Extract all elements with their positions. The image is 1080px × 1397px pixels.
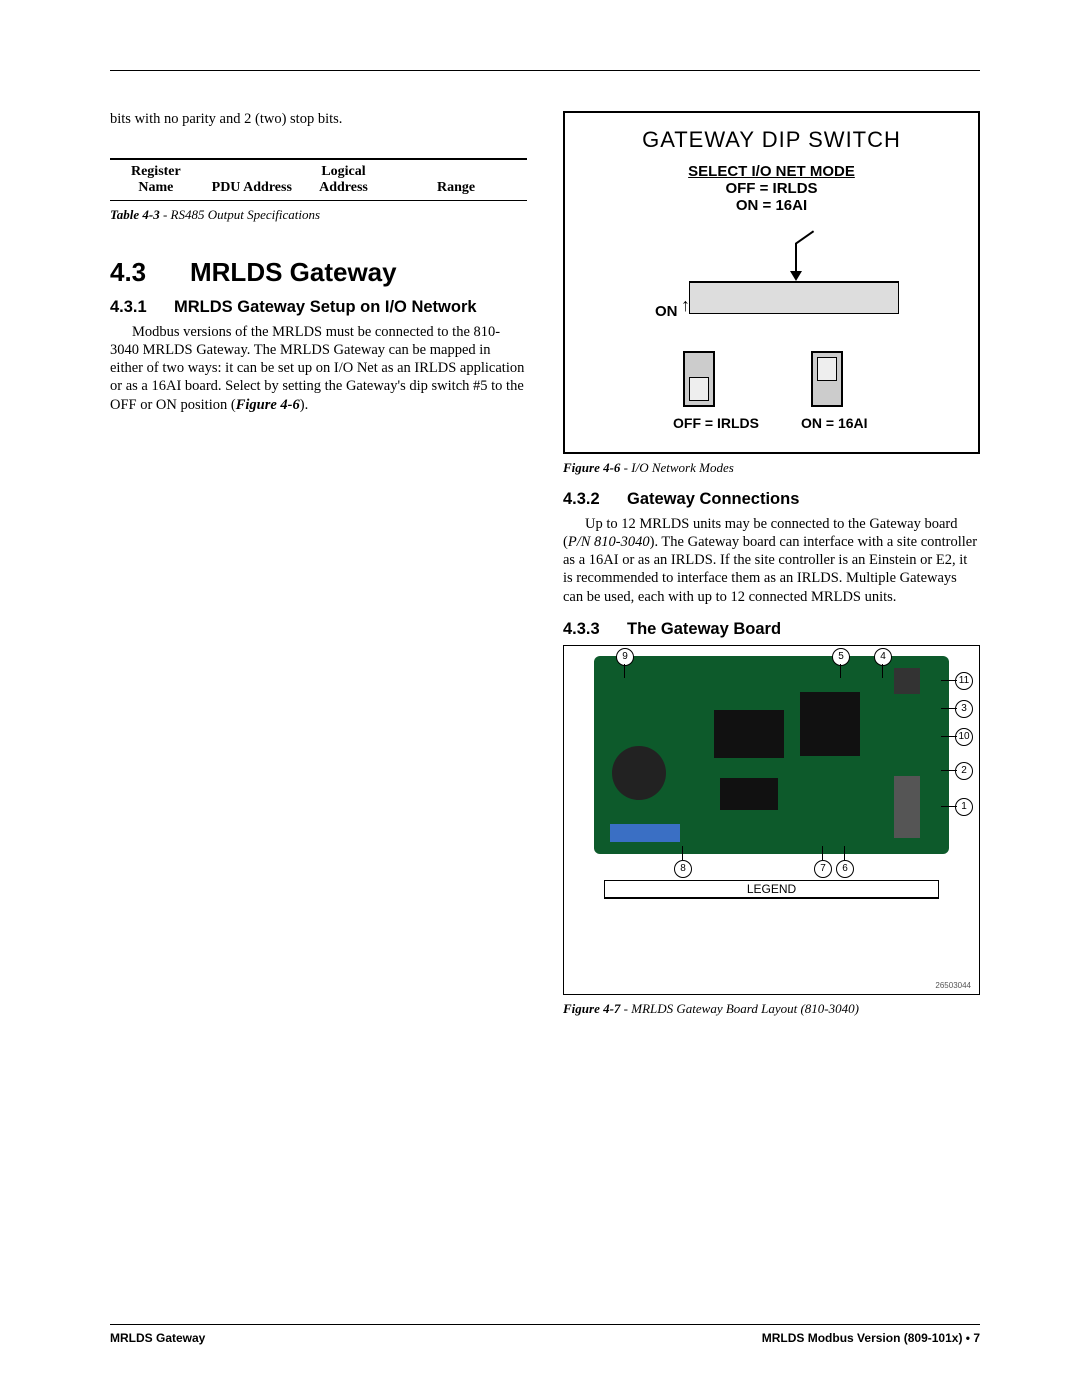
subsection-title: Gateway Connections <box>627 490 799 508</box>
leader-line <box>941 806 957 807</box>
legend-title: LEGEND <box>605 881 938 898</box>
rs485-spec-table: Register Name PDU Address Logical Addres… <box>110 158 527 201</box>
two-column-layout: bits with no parity and 2 (two) stop bit… <box>110 111 980 1017</box>
footer-left: MRLDS Gateway <box>110 1331 205 1345</box>
section-4-3-2-heading: 4.3.2Gateway Connections <box>563 490 980 509</box>
document-page: bits with no parity and 2 (two) stop bit… <box>0 0 1080 1397</box>
subsection-title: MRLDS Gateway Setup on I/O Network <box>174 298 477 316</box>
leader-line <box>941 680 957 681</box>
footer-right: MRLDS Modbus Version (809-101x) • 7 <box>762 1331 980 1345</box>
callout-10: 10 <box>955 728 973 746</box>
dip-switch-icon <box>610 824 680 842</box>
mini-off-label: OFF = IRLDS <box>673 415 725 431</box>
figure-label: Figure 4-7 <box>563 1001 620 1016</box>
callout-1: 1 <box>955 798 973 816</box>
mini-switch-off-icon <box>683 351 715 407</box>
callout-5: 5 <box>832 648 850 666</box>
subsection-number: 4.3.3 <box>563 620 627 639</box>
part-number: P/N 810-3040 <box>568 534 650 550</box>
table-caption-text: - RS485 Output Specifications <box>160 207 320 222</box>
col-logical-address: Logical Address <box>302 159 385 201</box>
chip-icon <box>800 692 860 756</box>
col-pdu-address: PDU Address <box>202 159 302 201</box>
section-4-3-1-body: Modbus versions of the MRLDS must be con… <box>110 323 527 414</box>
chip-icon <box>714 710 784 758</box>
callout-7: 7 <box>814 860 832 878</box>
dip-subtitle-select: SELECT I/O NET MODE <box>565 163 978 180</box>
callout-6: 6 <box>836 860 854 878</box>
dip-mini-off: OFF = IRLDS <box>673 351 725 431</box>
left-column: bits with no parity and 2 (two) stop bit… <box>110 111 527 1017</box>
dip-switch-figure: GATEWAY DIP SWITCH SELECT I/O NET MODE O… <box>563 111 980 454</box>
dip-switch-block <box>689 281 903 314</box>
dip-title: GATEWAY DIP SWITCH <box>565 127 978 153</box>
intro-text: bits with no parity and 2 (two) stop bit… <box>110 111 527 128</box>
footer-rule <box>110 1324 980 1325</box>
leader-line <box>882 664 883 678</box>
dip-arrow-icon <box>795 243 797 279</box>
section-number: 4.3 <box>110 257 190 288</box>
dip-mini-on: ON = 16AI <box>801 351 853 431</box>
figure-label: Figure 4-6 <box>563 460 620 475</box>
section-title: MRLDS Gateway <box>190 257 397 287</box>
dip-subtitle-off: OFF = IRLDS <box>565 180 978 197</box>
pcb-board-icon <box>594 656 949 854</box>
section-4-3-heading: 4.3MRLDS Gateway <box>110 257 527 288</box>
capacitor-icon <box>612 746 666 800</box>
figure-4-7-caption: Figure 4-7 - MRLDS Gateway Board Layout … <box>563 1001 980 1017</box>
page-footer: MRLDS Gateway MRLDS Modbus Version (809-… <box>110 1324 980 1345</box>
callout-2: 2 <box>955 762 973 780</box>
subsection-number: 4.3.2 <box>563 490 627 509</box>
callout-8: 8 <box>674 860 692 878</box>
section-4-3-3-heading: 4.3.3The Gateway Board <box>563 620 980 639</box>
callout-3: 3 <box>955 700 973 718</box>
chip-icon <box>720 778 778 810</box>
table-header-row: Register Name PDU Address Logical Addres… <box>110 159 527 201</box>
callout-11: 11 <box>955 672 973 690</box>
leader-line <box>624 664 625 678</box>
figure-reference: Figure 4-6 <box>236 397 300 413</box>
subsection-number: 4.3.1 <box>110 298 174 317</box>
body-text-end: ). <box>300 397 308 413</box>
leader-line <box>941 770 957 771</box>
dip-switch-body <box>689 283 899 314</box>
dip-detail-pair: OFF = IRLDS ON = 16AI <box>673 351 853 431</box>
connector-icon <box>894 776 920 838</box>
leader-line <box>941 708 957 709</box>
gateway-board-figure: 9 5 4 11 3 10 2 1 8 7 6 <box>563 645 980 995</box>
mini-on-label: ON = 16AI <box>801 415 853 431</box>
callout-9: 9 <box>616 648 634 666</box>
figure-text: - MRLDS Gateway Board Layout (810-3040) <box>620 1001 859 1016</box>
leader-line <box>682 846 683 860</box>
figure-4-6-caption: Figure 4-6 - I/O Network Modes <box>563 460 980 476</box>
connector-icon <box>894 668 920 694</box>
legend-table: LEGEND <box>604 880 939 899</box>
col-register-name: Register Name <box>110 159 202 201</box>
right-column: GATEWAY DIP SWITCH SELECT I/O NET MODE O… <box>563 111 980 1017</box>
table-caption-label: Table 4-3 <box>110 207 160 222</box>
col-range: Range <box>385 159 527 201</box>
top-rule <box>110 70 980 71</box>
leader-line <box>840 664 841 678</box>
subsection-title: The Gateway Board <box>627 620 781 638</box>
body-text: Modbus versions of the MRLDS must be con… <box>110 324 524 413</box>
leader-line <box>822 846 823 860</box>
mini-switch-on-icon <box>811 351 843 407</box>
leader-line <box>844 846 845 860</box>
table-caption: Table 4-3 - RS485 Output Specifications <box>110 207 527 223</box>
document-number: 26503044 <box>935 981 971 990</box>
section-4-3-1-heading: 4.3.1MRLDS Gateway Setup on I/O Network <box>110 298 527 317</box>
dip-on-label: ON <box>655 303 678 320</box>
callout-4: 4 <box>874 648 892 666</box>
section-4-3-2-body: Up to 12 MRLDS units may be connected to… <box>563 515 980 606</box>
dip-subtitle-on: ON = 16AI <box>565 197 978 214</box>
leader-line <box>941 736 957 737</box>
footer-row: MRLDS Gateway MRLDS Modbus Version (809-… <box>110 1331 980 1345</box>
figure-text: - I/O Network Modes <box>620 460 733 475</box>
